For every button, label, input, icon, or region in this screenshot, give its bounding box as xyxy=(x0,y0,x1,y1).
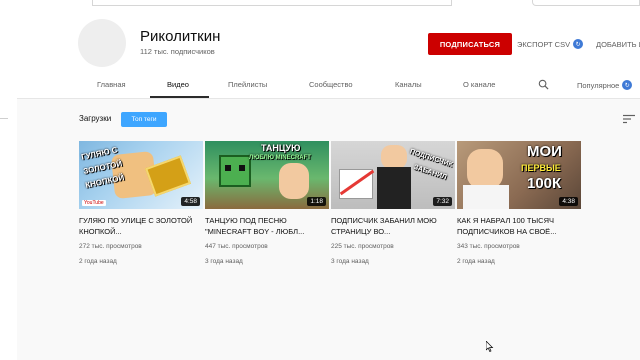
video-duration: 1:18 xyxy=(307,197,326,206)
badge-icon: ↻ xyxy=(622,80,633,90)
sort-dropdown[interactable]: Популярное ↻ xyxy=(577,80,633,90)
top-search-field[interactable] xyxy=(92,0,452,6)
channel-name: Риколиткин xyxy=(140,28,221,45)
videos-section: Загрузки Топ теги ГУЛЯЮ С ЗОЛОТОЙ КНОПКО… xyxy=(17,98,640,360)
top-tags-chip[interactable]: Топ теги xyxy=(121,112,167,127)
thumbnail-text: ПЕРВЫЕ xyxy=(521,163,561,173)
video-thumbnail[interactable]: ГУЛЯЮ С ЗОЛОТОЙ КНОПКОЙ YouTube 4:58 xyxy=(79,141,203,209)
thumbnail-text: ЗАБАНИЛ xyxy=(412,163,448,182)
video-thumbnail[interactable]: ПОДПИСЧИК ЗАБАНИЛ 7:32 xyxy=(331,141,455,209)
video-views: 272 тыс. просмотров xyxy=(79,243,142,250)
sort-label: Популярное xyxy=(577,80,620,90)
thumbnail-text: МОИ xyxy=(527,143,562,160)
section-title: Загрузки xyxy=(79,114,112,123)
video-age: 3 года назад xyxy=(205,258,243,265)
subscriber-count: 112 тыс. подписчиков xyxy=(140,47,215,56)
video-views: 447 тыс. просмотров xyxy=(205,243,268,250)
tab-home[interactable]: Главная xyxy=(97,80,126,89)
video-views: 225 тыс. просмотров xyxy=(331,243,394,250)
video-duration: 4:58 xyxy=(181,197,200,206)
export-csv-label: ЭКСПОРТ CSV xyxy=(517,39,571,49)
video-thumbnail[interactable]: МОИ ПЕРВЫЕ 100К 4:38 xyxy=(457,141,581,209)
video-views: 343 тыс. просмотров xyxy=(457,243,520,250)
thumbnail-text: ЛЮБЛЮ MINECRAFT xyxy=(249,155,311,161)
video-duration: 4:38 xyxy=(559,197,578,206)
video-card[interactable]: ГУЛЯЮ С ЗОЛОТОЙ КНОПКОЙ YouTube 4:58 ГУЛ… xyxy=(79,141,203,267)
channel-tabs: Главная Видео Плейлисты Сообщество Канал… xyxy=(17,72,640,98)
video-age: 3 года назад xyxy=(331,258,369,265)
left-divider xyxy=(0,118,8,119)
video-duration: 7:32 xyxy=(433,197,452,206)
export-csv-button[interactable]: ЭКСПОРТ CSV ↻ xyxy=(517,37,584,51)
video-card[interactable]: ПОДПИСЧИК ЗАБАНИЛ 7:32 ПОДПИСЧИК ЗАБАНИЛ… xyxy=(331,141,455,267)
video-thumbnail[interactable]: ТАНЦУЮ ЛЮБЛЮ MINECRAFT 1:18 xyxy=(205,141,329,209)
tab-community[interactable]: Сообщество xyxy=(309,80,353,89)
tab-channels[interactable]: Каналы xyxy=(395,80,422,89)
video-title[interactable]: КАК Я НАБРАЛ 100 ТЫСЯЧ ПОДПИСЧИКОВ НА СВ… xyxy=(457,215,581,237)
sort-icon[interactable] xyxy=(623,114,635,124)
video-title[interactable]: ГУЛЯЮ ПО УЛИЦЕ С ЗОЛОТОЙ КНОПКОЙ... xyxy=(79,215,203,237)
channel-header: Риколиткин 112 тыс. подписчиков ПОДПИСАТ… xyxy=(17,8,640,98)
video-age: 2 года назад xyxy=(79,258,117,265)
video-card[interactable]: МОИ ПЕРВЫЕ 100К 4:38 КАК Я НАБРАЛ 100 ТЫ… xyxy=(457,141,581,267)
youtube-logo: YouTube xyxy=(82,200,106,206)
cursor-icon xyxy=(486,341,494,352)
subscribe-button[interactable]: ПОДПИСАТЬСЯ xyxy=(428,33,512,55)
search-icon[interactable] xyxy=(538,79,549,90)
tab-videos[interactable]: Видео xyxy=(167,80,189,89)
avatar[interactable] xyxy=(78,19,126,67)
add-button[interactable]: ДОБАВИТЬ И xyxy=(596,37,640,51)
channel-page: Риколиткин 112 тыс. подписчиков ПОДПИСАТ… xyxy=(17,8,640,360)
video-age: 2 года назад xyxy=(457,258,495,265)
top-right-control[interactable] xyxy=(532,0,640,6)
tab-about[interactable]: О канале xyxy=(463,80,495,89)
video-title[interactable]: ПОДПИСЧИК ЗАБАНИЛ МОЮ СТРАНИЦУ ВО... xyxy=(331,215,455,237)
video-card[interactable]: ТАНЦУЮ ЛЮБЛЮ MINECRAFT 1:18 ТАНЦУЮ ПОД П… xyxy=(205,141,329,267)
badge-icon: ↻ xyxy=(573,39,584,49)
video-title[interactable]: ТАНЦУЮ ПОД ПЕСНЮ "MINECRAFT BOY - ЛЮБЛ..… xyxy=(205,215,329,237)
tab-playlists[interactable]: Плейлисты xyxy=(228,80,267,89)
thumbnail-text: 100К xyxy=(527,175,562,192)
thumbnail-text: ТАНЦУЮ xyxy=(261,143,301,153)
